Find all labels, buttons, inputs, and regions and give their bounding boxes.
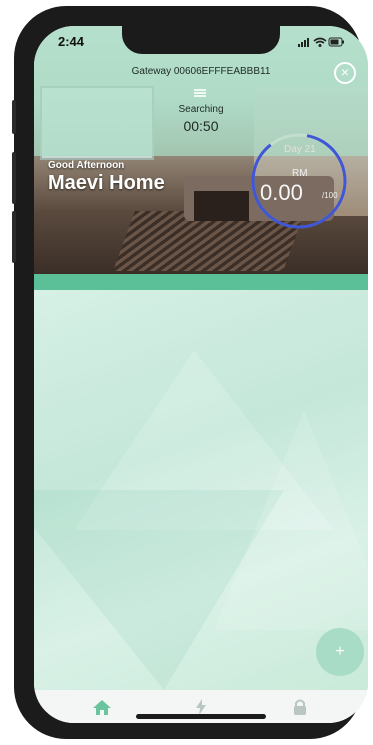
hero-image: 2:44 Gateway 00606EFFFEABBB11 × Searchin… xyxy=(34,26,368,274)
side-button xyxy=(12,211,16,263)
bg-polygon xyxy=(214,410,368,630)
lock-icon[interactable] xyxy=(290,698,310,716)
side-button xyxy=(12,100,16,134)
side-button xyxy=(12,152,16,204)
status-icons xyxy=(298,37,344,47)
usage-currency: RM xyxy=(292,168,308,179)
tab-bar xyxy=(34,690,368,723)
home-name[interactable]: Maevi Home xyxy=(48,172,165,195)
usage-amount: 0.00 xyxy=(260,180,303,205)
phone-frame: 2:44 Gateway 00606EFFFEABBB11 × Searchin… xyxy=(12,6,368,739)
accent-bar xyxy=(34,274,368,290)
plus-icon: + xyxy=(335,643,345,660)
signal-dots xyxy=(194,88,208,98)
battery-icon xyxy=(328,37,344,47)
greeting-text: Good Afternoon xyxy=(48,160,125,171)
status-time: 2:44 xyxy=(58,34,85,49)
search-status: Searching xyxy=(178,104,224,115)
signal-icon xyxy=(298,38,309,47)
gateway-label: Gateway 00606EFFFEABBB11 xyxy=(131,66,271,77)
wifi-icon xyxy=(313,37,327,47)
add-device-button[interactable]: + xyxy=(316,628,364,676)
app-screen: 2:44 Gateway 00606EFFFEABBB11 × Searchin… xyxy=(34,26,368,723)
home-indicator xyxy=(136,714,266,719)
room-table xyxy=(194,191,249,221)
home-icon[interactable] xyxy=(92,698,112,716)
usage-day: Day 21 xyxy=(284,144,316,155)
device-list-area xyxy=(34,290,368,690)
close-icon[interactable]: × xyxy=(334,62,356,84)
usage-max: /100 xyxy=(322,191,338,200)
notch xyxy=(122,26,280,54)
